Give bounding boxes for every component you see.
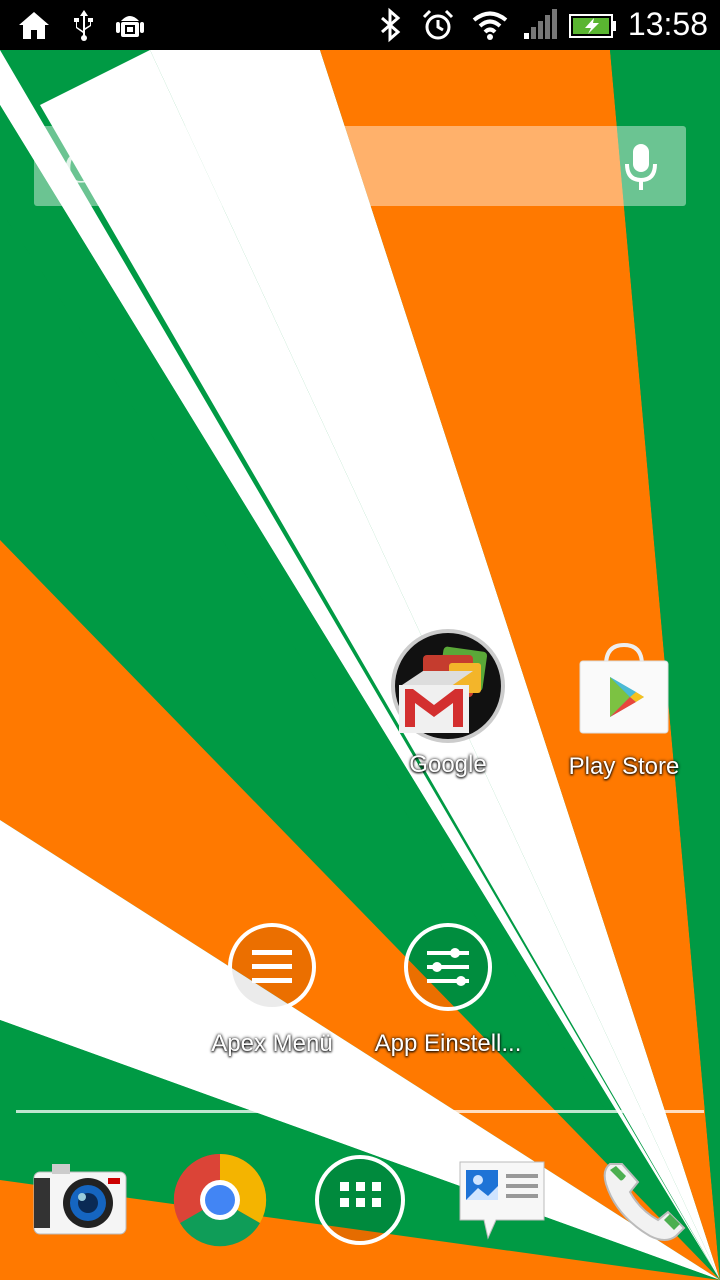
dock-phone[interactable] xyxy=(596,1150,696,1250)
apex-menu-icon xyxy=(228,923,316,1011)
phone-icon xyxy=(603,1163,686,1241)
google-search-bar[interactable]: Google xyxy=(34,126,686,206)
app-settings[interactable]: App Einstell... xyxy=(363,922,533,1058)
status-bar: 13:58 xyxy=(0,0,720,50)
app-google-folder[interactable]: Google xyxy=(363,627,533,779)
mic-icon[interactable] xyxy=(624,142,658,192)
dock-chrome[interactable] xyxy=(170,1150,270,1250)
app-label: Google xyxy=(409,751,487,778)
camera-icon xyxy=(33,1164,127,1235)
google-folder-icon xyxy=(391,629,505,743)
messages-icon xyxy=(459,1161,545,1240)
bluetooth-icon xyxy=(372,7,408,43)
android-debug-icon xyxy=(112,7,148,43)
dock-divider xyxy=(16,1110,704,1113)
home-icon xyxy=(16,7,52,43)
app-play-store[interactable]: Play Store xyxy=(539,643,709,781)
app-label: Apex Menü xyxy=(211,1030,333,1057)
clock: 13:58 xyxy=(627,6,708,42)
wifi-icon xyxy=(472,7,508,43)
usb-icon xyxy=(66,7,102,43)
play-store-icon xyxy=(579,643,669,734)
alarm-icon xyxy=(420,7,456,43)
app-label: App Einstell... xyxy=(374,1030,522,1057)
battery-charging-icon xyxy=(568,7,618,43)
dock-messages[interactable] xyxy=(452,1150,552,1250)
signal-icon xyxy=(522,7,558,43)
app-settings-icon xyxy=(404,923,492,1011)
search-placeholder: Google xyxy=(64,143,194,192)
chrome-icon xyxy=(173,1153,267,1247)
app-label: Play Store xyxy=(568,753,680,780)
app-apex-menu[interactable]: Apex Menü xyxy=(187,922,357,1058)
dock-app-drawer[interactable] xyxy=(310,1150,410,1250)
dock-camera[interactable] xyxy=(30,1150,130,1250)
app-drawer-icon xyxy=(315,1155,405,1245)
